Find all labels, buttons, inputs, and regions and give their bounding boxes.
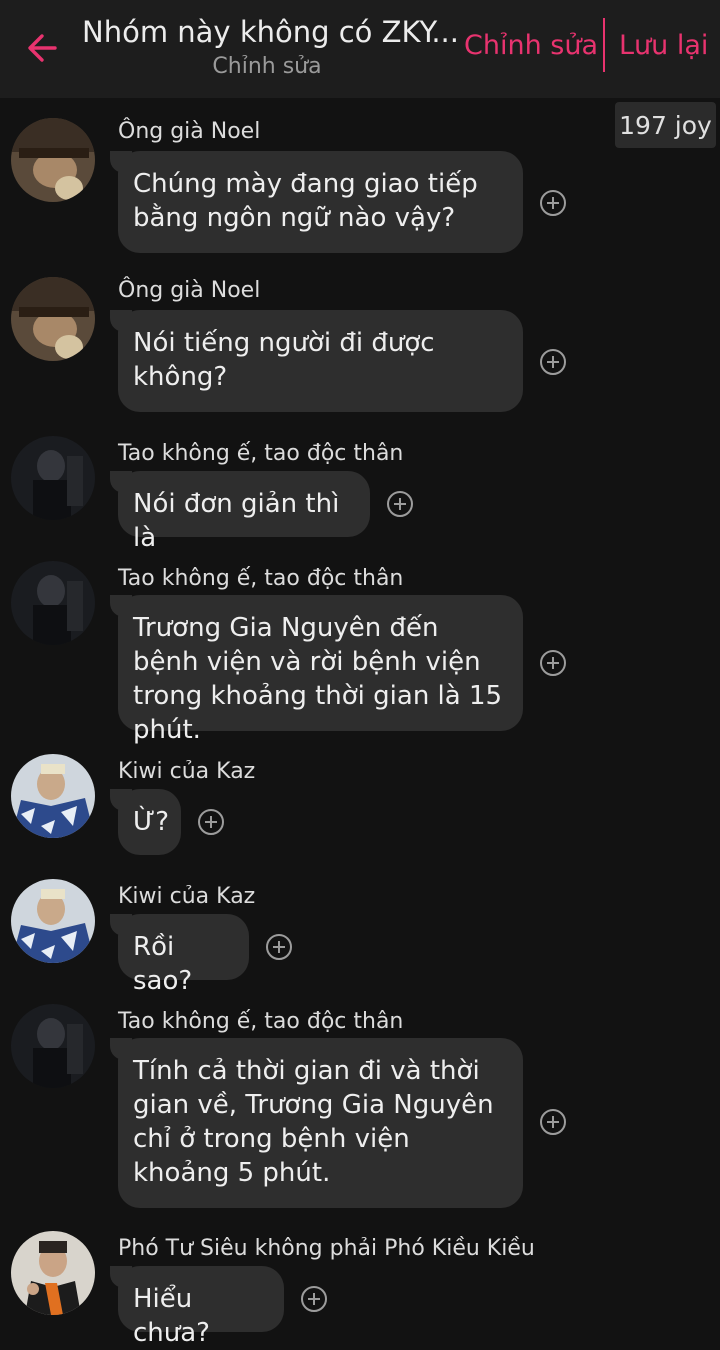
avatar[interactable] — [11, 1004, 95, 1088]
sender-name: Kiwi của Kaz — [118, 884, 256, 909]
edit-button[interactable]: Chỉnh sửa — [464, 26, 598, 66]
arrow-left-icon — [28, 34, 57, 62]
avatar[interactable] — [11, 436, 95, 520]
title-area: Nhóm này không có ZKY... Chỉnh sửa — [82, 10, 462, 79]
add-reaction-icon[interactable] — [540, 1109, 566, 1135]
message-bubble[interactable]: Rồi sao? — [110, 914, 249, 996]
add-reaction-icon[interactable] — [198, 809, 224, 835]
avatar[interactable] — [11, 277, 95, 361]
avatar[interactable] — [11, 1231, 95, 1315]
header-bar: Nhóm này không có ZKY... Chỉnh sửa Chỉnh… — [0, 0, 720, 98]
avatar[interactable] — [11, 561, 95, 645]
message-bubble[interactable]: Tính cả thời gian đi và thời gian về, Tr… — [110, 1038, 523, 1208]
message-bubble[interactable]: Chúng mày đang giao tiếp bằng ngôn ngữ n… — [110, 151, 523, 253]
add-reaction-icon[interactable] — [266, 934, 292, 960]
joy-badge: 197 joy — [615, 102, 716, 148]
add-reaction-icon[interactable] — [301, 1286, 327, 1312]
back-button[interactable] — [18, 24, 66, 72]
sender-name: Tao không ế, tao độc thân — [118, 441, 404, 466]
sender-name: Tao không ế, tao độc thân — [118, 1009, 404, 1034]
add-reaction-icon[interactable] — [540, 349, 566, 375]
sender-name: Ông già Noel — [118, 119, 261, 144]
add-reaction-icon[interactable] — [387, 491, 413, 517]
sender-name: Tao không ế, tao độc thân — [118, 566, 404, 591]
message-bubble[interactable]: Nói tiếng người đi được không? — [110, 310, 523, 412]
avatar[interactable] — [11, 754, 95, 838]
header-divider — [603, 18, 605, 72]
message-bubble[interactable]: Nói đơn giản thì là — [110, 471, 370, 553]
save-button[interactable]: Lưu lại — [619, 26, 708, 66]
message-bubble[interactable]: Ừ? — [110, 789, 181, 855]
avatar[interactable] — [11, 118, 95, 202]
add-reaction-icon[interactable] — [540, 650, 566, 676]
avatar[interactable] — [11, 879, 95, 963]
page-title: Nhóm này không có ZKY... — [82, 15, 459, 49]
message-bubble[interactable]: Trương Gia Nguyên đến bệnh viện và rời b… — [110, 595, 523, 745]
sender-name: Kiwi của Kaz — [118, 759, 256, 784]
message-bubble[interactable]: Hiểu chưa? — [110, 1266, 284, 1348]
sender-name: Phó Tư Siêu không phải Phó Kiều Kiều — [118, 1236, 535, 1261]
sender-name: Ông già Noel — [118, 278, 261, 303]
page-subtitle: Chỉnh sửa — [212, 54, 322, 79]
add-reaction-icon[interactable] — [540, 190, 566, 216]
